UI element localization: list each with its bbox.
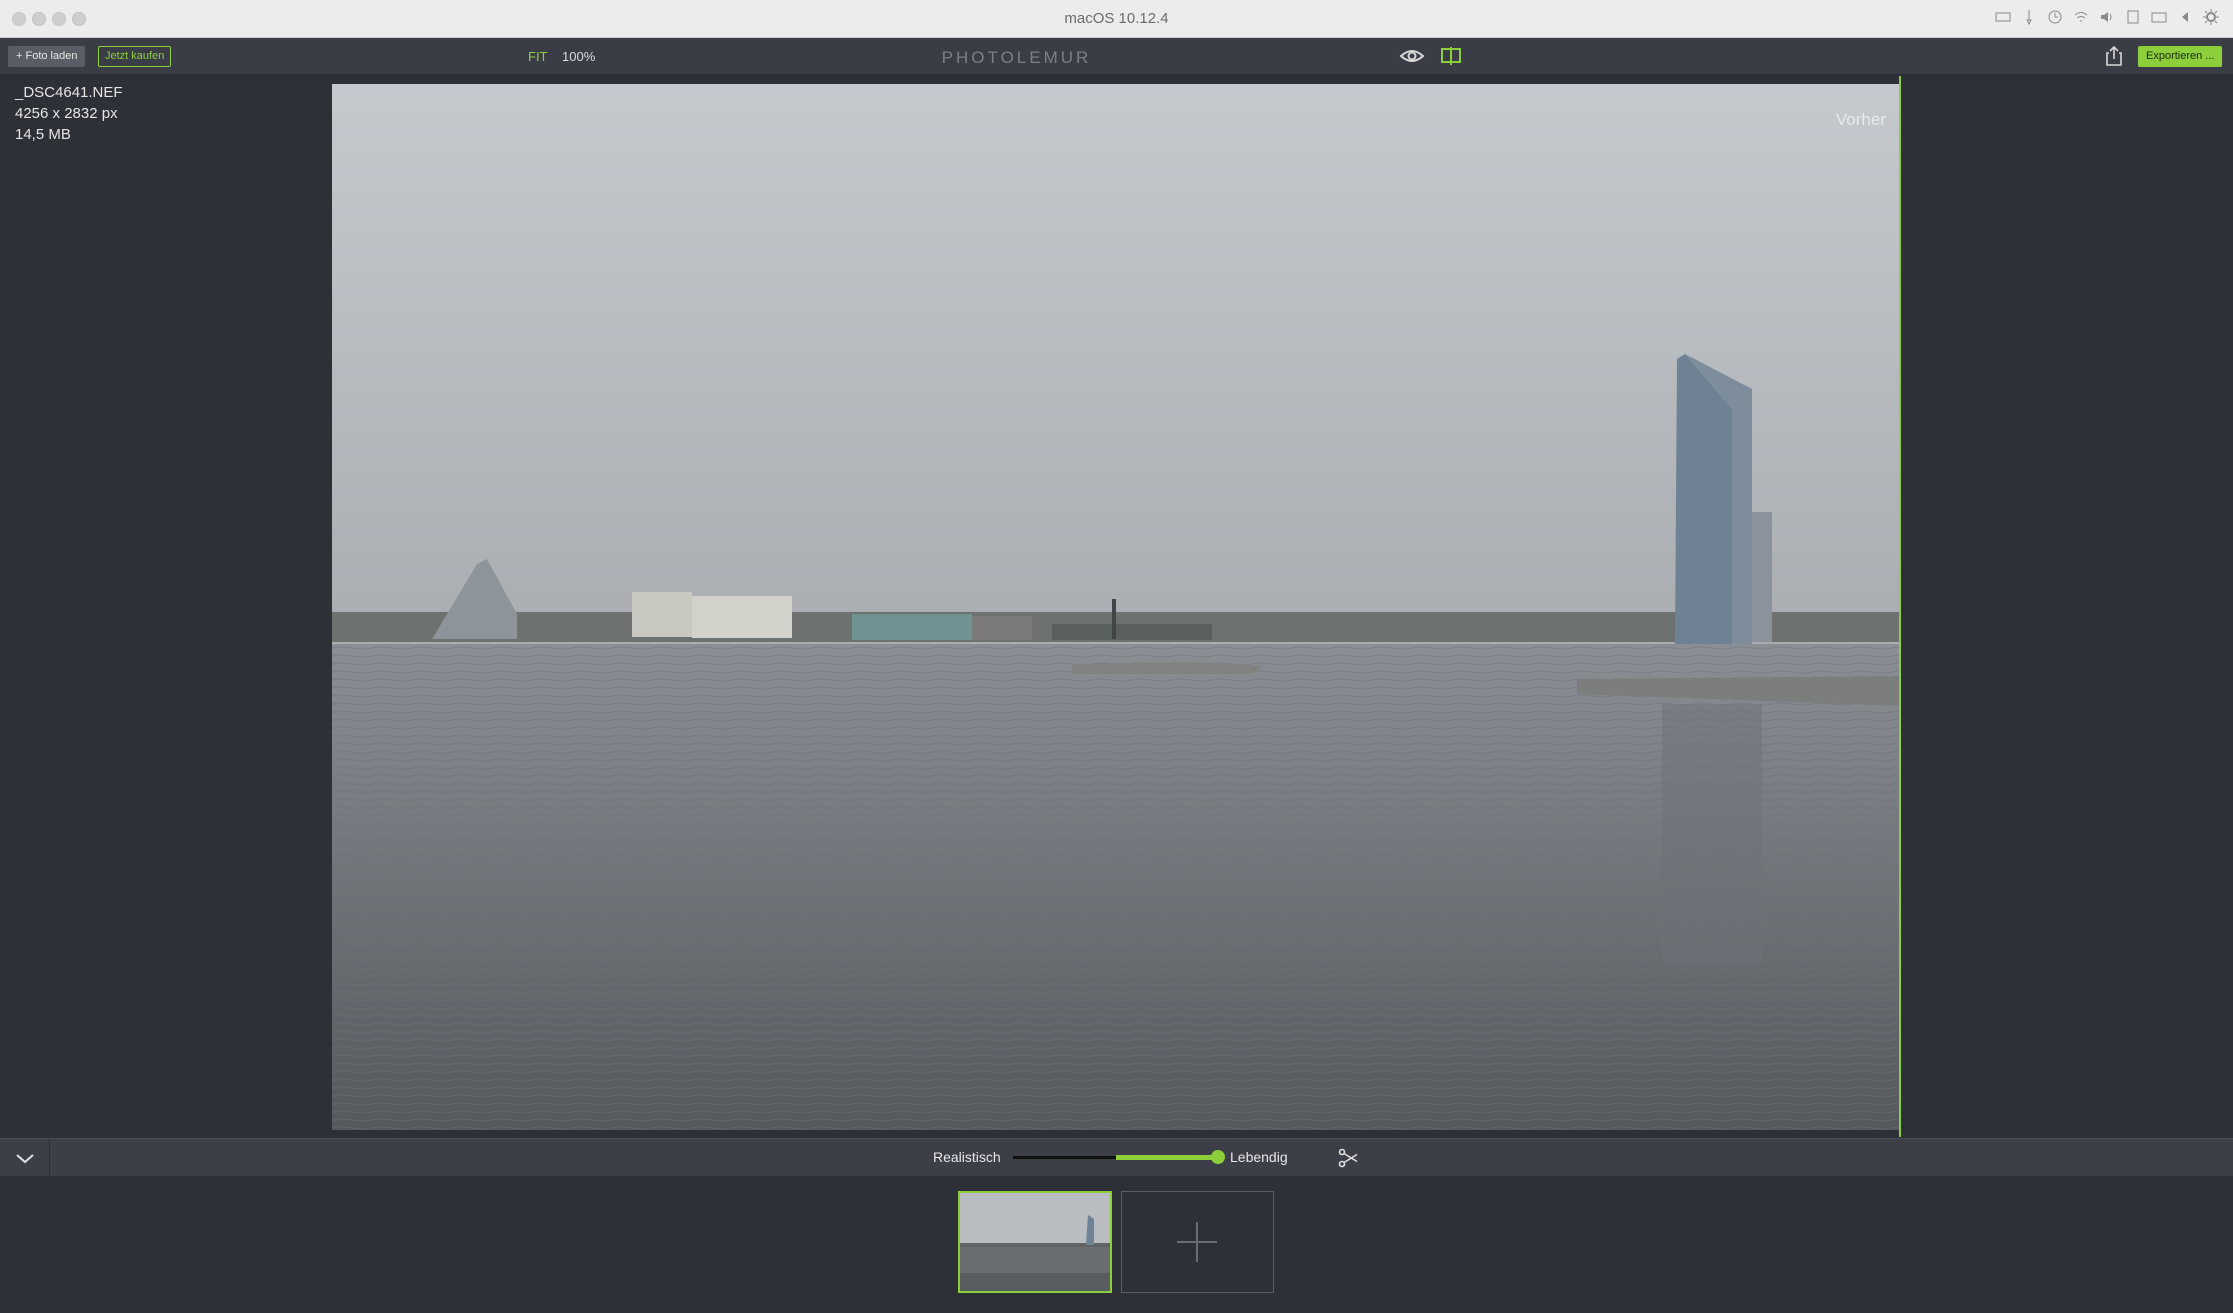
- battery-icon[interactable]: [2125, 9, 2141, 25]
- pen-icon[interactable]: [2021, 9, 2037, 25]
- thumbnail-photo: [960, 1193, 1110, 1291]
- title-bar: macOS 10.12.4: [0, 0, 2233, 38]
- volume-icon[interactable]: [2099, 9, 2115, 25]
- main-toolbar: + Foto laden Jetzt kaufen FIT 100% PHOTO…: [0, 38, 2233, 75]
- share-icon[interactable]: [2104, 45, 2124, 67]
- file-info-panel: _DSC4641.NEF 4256 x 2832 px 14,5 MB: [15, 82, 123, 145]
- collapse-filmstrip-button[interactable]: [0, 1139, 50, 1177]
- enhance-slider-fill: [1115, 1155, 1218, 1160]
- filmstrip-thumbnail[interactable]: [958, 1191, 1112, 1293]
- menu-bar-tray: [1995, 9, 2219, 25]
- export-button[interactable]: Exportieren ...: [2138, 46, 2223, 67]
- enhance-bar: Realistisch Lebendig: [0, 1138, 2233, 1177]
- back-arrow-icon[interactable]: [2177, 9, 2193, 25]
- clock-icon[interactable]: [2047, 9, 2063, 25]
- compare-divider-handle[interactable]: [1899, 76, 1901, 1137]
- fork-icon[interactable]: [1337, 1147, 1359, 1169]
- eye-icon[interactable]: [1399, 46, 1425, 66]
- add-photo-slot[interactable]: [1121, 1191, 1274, 1293]
- file-name: _DSC4641.NEF: [15, 84, 123, 101]
- wifi-icon[interactable]: [2073, 9, 2089, 25]
- file-size: 14,5 MB: [15, 126, 71, 143]
- keyboard-icon[interactable]: [1995, 9, 2011, 25]
- display-icon[interactable]: [2151, 9, 2167, 25]
- chevron-down-icon: [16, 1154, 34, 1164]
- plus-icon: [1177, 1222, 1217, 1262]
- landscape-photo: [332, 84, 1900, 1130]
- gear-icon[interactable]: [2203, 9, 2219, 25]
- photo-preview[interactable]: Vorher: [332, 84, 1900, 1130]
- before-label: Vorher: [1835, 110, 1886, 129]
- window-title: macOS 10.12.4: [1064, 10, 1169, 27]
- file-dimensions: 4256 x 2832 px: [15, 105, 118, 122]
- vivid-label: Lebendig: [1230, 1149, 1288, 1165]
- split-compare-icon[interactable]: [1440, 46, 1462, 66]
- enhance-slider-thumb[interactable]: [1211, 1150, 1225, 1164]
- realistic-label: Realistisch: [933, 1149, 1001, 1165]
- app-brand: PHOTOLEMUR: [941, 48, 1092, 67]
